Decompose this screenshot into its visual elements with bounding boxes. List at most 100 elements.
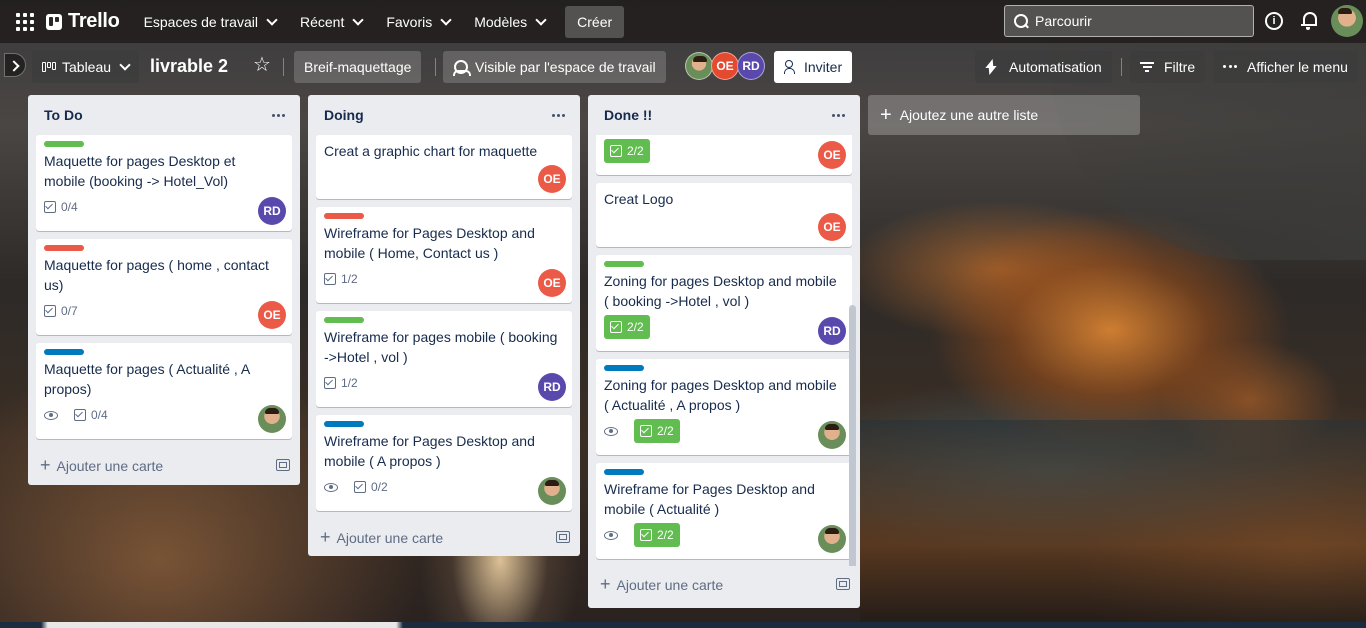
list-title[interactable]: Done !!: [604, 107, 652, 123]
apps-grid-icon[interactable]: [12, 10, 36, 34]
nav-favorites[interactable]: Favoris: [376, 6, 460, 38]
list-title[interactable]: Doing: [324, 107, 364, 123]
card-label-blue[interactable]: [44, 349, 84, 355]
member-avatar[interactable]: RD: [737, 52, 765, 80]
card-title: Maquette for pages Desktop et mobile (bo…: [44, 153, 236, 189]
card-member-avatar[interactable]: RD: [818, 317, 846, 345]
nav-workspaces[interactable]: Espaces de travail: [134, 6, 286, 38]
card-template-icon[interactable]: [836, 578, 850, 590]
chevron-down-icon: [440, 13, 452, 26]
checklist-count: 0/4: [91, 408, 108, 422]
card-template-icon[interactable]: [276, 459, 290, 471]
card-member-avatar[interactable]: OE: [818, 141, 846, 169]
card-badges: 0/4: [44, 197, 284, 217]
card-badges: 2/2: [604, 419, 844, 443]
invite-button[interactable]: Inviter: [774, 51, 853, 83]
show-menu-button[interactable]: Afficher le menu: [1213, 51, 1358, 83]
card-label-blue[interactable]: [604, 365, 644, 371]
trello-logo[interactable]: Trello: [46, 10, 120, 33]
list-menu-icon[interactable]: [268, 105, 288, 125]
add-list-button[interactable]: + Ajoutez une autre liste: [868, 95, 1140, 135]
eye-icon: [604, 530, 618, 540]
card[interactable]: Creat Logo OE: [596, 183, 852, 247]
list-menu-icon[interactable]: [548, 105, 568, 125]
card-member-avatar[interactable]: OE: [258, 301, 286, 329]
card-member-avatar[interactable]: RD: [258, 197, 286, 225]
card-member-avatar[interactable]: OE: [538, 269, 566, 297]
card-label-blue[interactable]: [324, 421, 364, 427]
search-input[interactable]: [1035, 13, 1235, 29]
create-button[interactable]: Créer: [565, 5, 625, 38]
board-view-label: Tableau: [62, 59, 112, 75]
notification-bell-icon[interactable]: [1300, 10, 1318, 30]
board-members: OE RD: [685, 52, 765, 80]
done-card-scroll-area[interactable]: 2/2 OE Creat Logo OE Zoning for pages De…: [588, 135, 860, 566]
automation-button[interactable]: Automatisation: [975, 51, 1112, 83]
lightning-icon: [985, 59, 997, 75]
info-icon[interactable]: i: [1265, 12, 1283, 30]
nav-label: Modèles: [474, 13, 528, 30]
nav-templates[interactable]: Modèles: [464, 6, 555, 38]
card-member-avatar[interactable]: [818, 525, 846, 553]
list-title[interactable]: To Do: [44, 107, 83, 123]
card-member-avatar[interactable]: OE: [538, 165, 566, 193]
card-member-avatar[interactable]: [538, 477, 566, 505]
board-view-switcher[interactable]: Tableau: [32, 51, 140, 83]
user-avatar[interactable]: [1331, 5, 1363, 37]
workspace-tag-button[interactable]: Breif-maquettage: [294, 51, 422, 83]
card[interactable]: Maquette for pages Desktop et mobile (bo…: [36, 135, 292, 231]
search-icon: [1013, 13, 1029, 29]
card-member-avatar[interactable]: [258, 405, 286, 433]
card-label-red[interactable]: [44, 245, 84, 251]
card-label-green[interactable]: [324, 317, 364, 323]
card-member-avatar[interactable]: OE: [818, 213, 846, 241]
card[interactable]: 2/2 OE: [596, 135, 852, 175]
checklist-count: 0/4: [61, 200, 78, 214]
search-box[interactable]: [1004, 5, 1254, 37]
card[interactable]: Zoning for pages Desktop and mobile ( Ac…: [596, 359, 852, 455]
checklist-badge-complete: 2/2: [634, 419, 680, 443]
checklist-badge: 1/2: [324, 272, 358, 286]
list-menu-icon[interactable]: [828, 105, 848, 125]
card-label-red[interactable]: [324, 213, 364, 219]
board-view-icon: [42, 62, 56, 72]
card[interactable]: Creat a graphic chart for maquette OE: [316, 135, 572, 199]
card-list: 2/2 OE Creat Logo OE Zoning for pages De…: [588, 135, 860, 559]
card[interactable]: Zoning for pages Desktop and mobile ( bo…: [596, 255, 852, 351]
star-icon[interactable]: ☆: [250, 52, 274, 78]
board-title[interactable]: livrable 2: [150, 56, 228, 77]
member-avatar[interactable]: [685, 52, 713, 80]
member-avatar[interactable]: OE: [711, 52, 739, 80]
add-card-button[interactable]: + Ajouter une carte: [588, 566, 860, 602]
card-member-avatar[interactable]: RD: [538, 373, 566, 401]
list-header: Doing: [308, 95, 580, 135]
card[interactable]: Wireframe for Pages Desktop and mobile (…: [316, 207, 572, 303]
list-done: Done !! 2/2 OE Creat Logo OE Zoning for …: [588, 95, 860, 608]
card[interactable]: Maquette for pages ( home , contact us) …: [36, 239, 292, 335]
checklist-icon: [44, 201, 56, 213]
add-card-button[interactable]: + Ajouter une carte: [308, 519, 580, 555]
card-member-avatar[interactable]: [818, 421, 846, 449]
card[interactable]: Maquette for pages ( Actualité , A propo…: [36, 343, 292, 439]
eye-icon: [44, 410, 58, 420]
card[interactable]: Wireframe for pages mobile ( booking ->H…: [316, 311, 572, 407]
card-label-blue[interactable]: [604, 469, 644, 475]
add-card-button[interactable]: + Ajouter une carte: [28, 447, 300, 483]
card-template-icon[interactable]: [556, 531, 570, 543]
board-header: Tableau livrable 2 ☆ Breif-maquettage Vi…: [0, 43, 1366, 91]
card-title: Zoning for pages Desktop and mobile ( bo…: [604, 273, 837, 309]
card[interactable]: Wireframe for Pages Desktop and mobile (…: [316, 415, 572, 511]
nav-recent[interactable]: Récent: [290, 6, 372, 38]
card-label-green[interactable]: [44, 141, 84, 147]
list-header: To Do: [28, 95, 300, 135]
bottom-scrollbar[interactable]: [0, 622, 1366, 628]
trello-logo-icon: [46, 13, 62, 30]
chevron-down-icon: [266, 13, 278, 26]
list-scrollbar[interactable]: [849, 305, 856, 566]
card-label-green[interactable]: [604, 261, 644, 267]
expand-sidebar-button[interactable]: [4, 53, 26, 77]
card-badges: 2/2: [604, 139, 844, 163]
card[interactable]: Wireframe for Pages Desktop and mobile (…: [596, 463, 852, 559]
filter-button[interactable]: Filtre: [1130, 51, 1206, 83]
visibility-button[interactable]: Visible par l'espace de travail: [443, 51, 666, 83]
